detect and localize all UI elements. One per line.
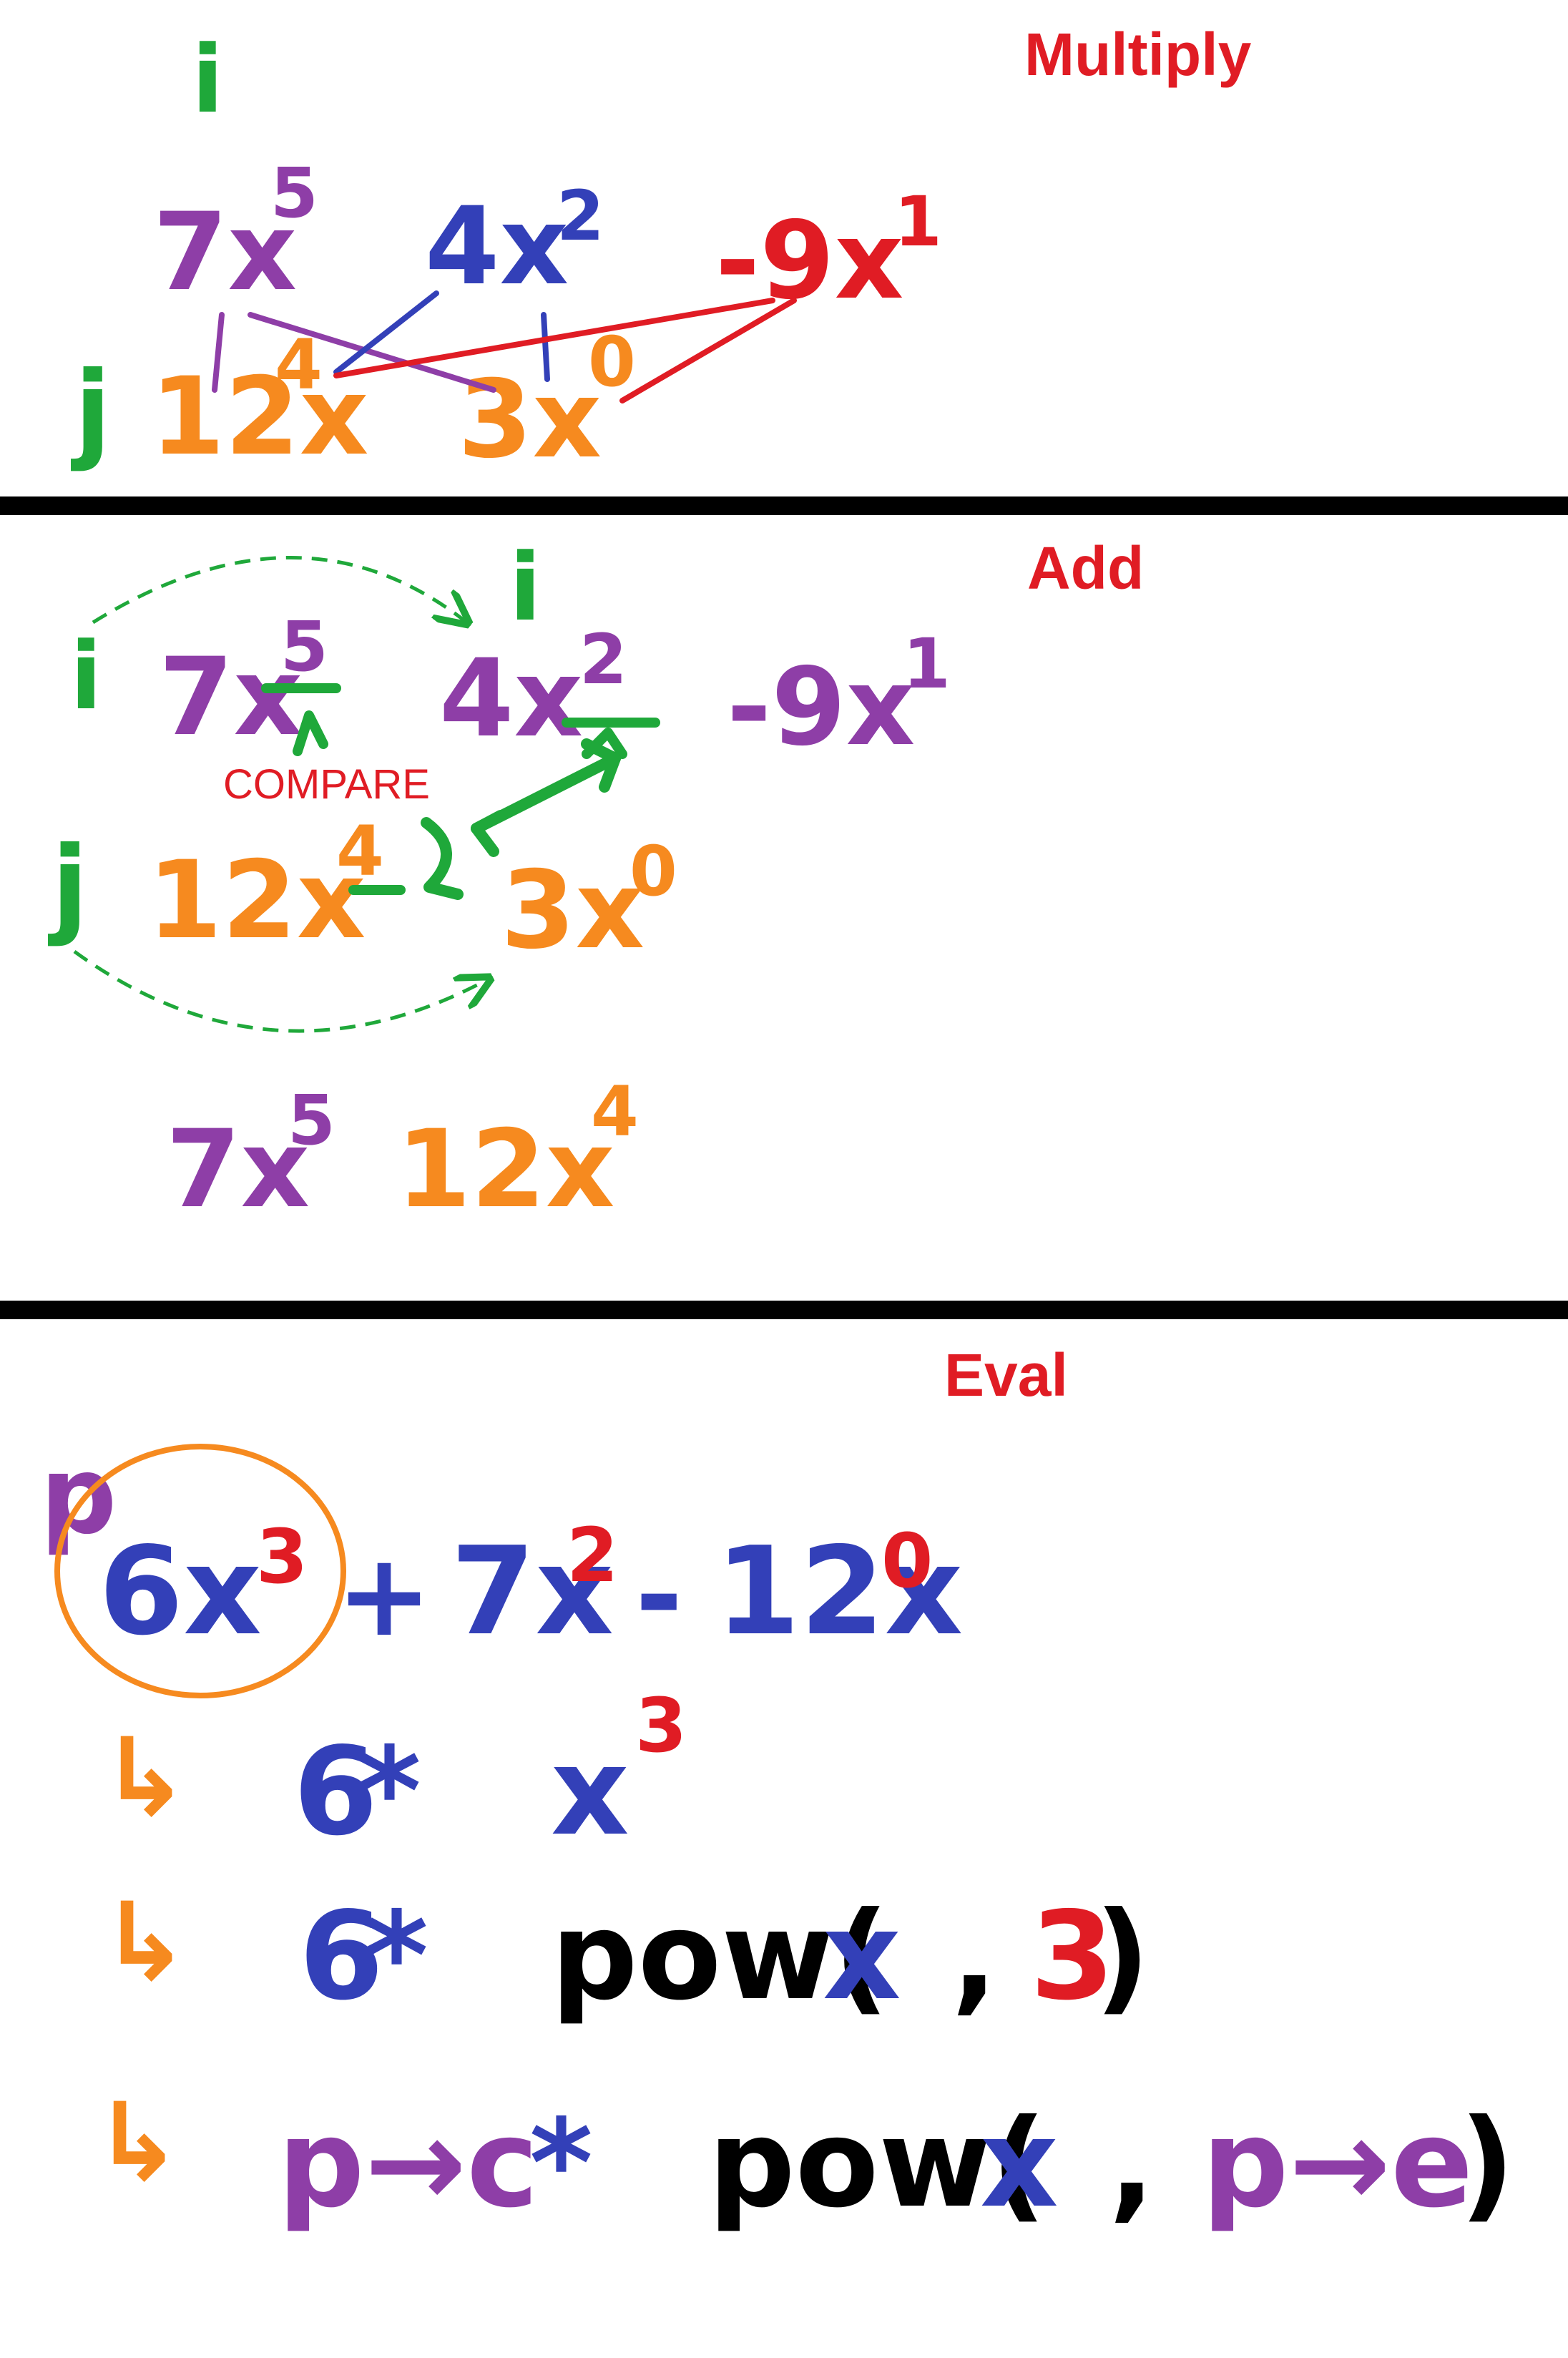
eval-term-1-exp: 3 <box>256 1513 308 1600</box>
step-1-part-2: * <box>358 1721 421 1863</box>
step-2-part-2: * <box>365 1886 428 2027</box>
step-3-part-2: * <box>529 2093 593 2235</box>
step-3-arrow-icon: ↳ <box>93 2080 183 2205</box>
eval-term-3-exp: 0 <box>881 1517 934 1605</box>
eval-term-1-coef: 6x <box>99 1521 262 1663</box>
step-1-part-3: x <box>551 1721 629 1863</box>
step-1-exp: 3 <box>635 1682 687 1769</box>
step-1-arrow-icon: ↳ <box>100 1716 190 1840</box>
eval-term-2-exp: 2 <box>567 1512 619 1599</box>
step-3-part-7: ) <box>1459 2093 1515 2235</box>
eval-term-circle <box>54 1444 346 1698</box>
step-3-part-5: , <box>1109 2093 1155 2235</box>
step-3-part-6: p→e <box>1202 2093 1474 2235</box>
eval-op-minus: - <box>635 1528 683 1662</box>
step-2-part-4: x <box>823 1886 901 2027</box>
step-2-part-7: ) <box>1094 1886 1150 2027</box>
step-3-part-4: x <box>980 2093 1059 2235</box>
step-2-part-5: , <box>951 1886 998 2027</box>
eval-op-plus: + <box>336 1528 433 1662</box>
step-3-part-1: p→c <box>278 2093 539 2235</box>
step-2-arrow-icon: ↳ <box>100 1880 190 2005</box>
